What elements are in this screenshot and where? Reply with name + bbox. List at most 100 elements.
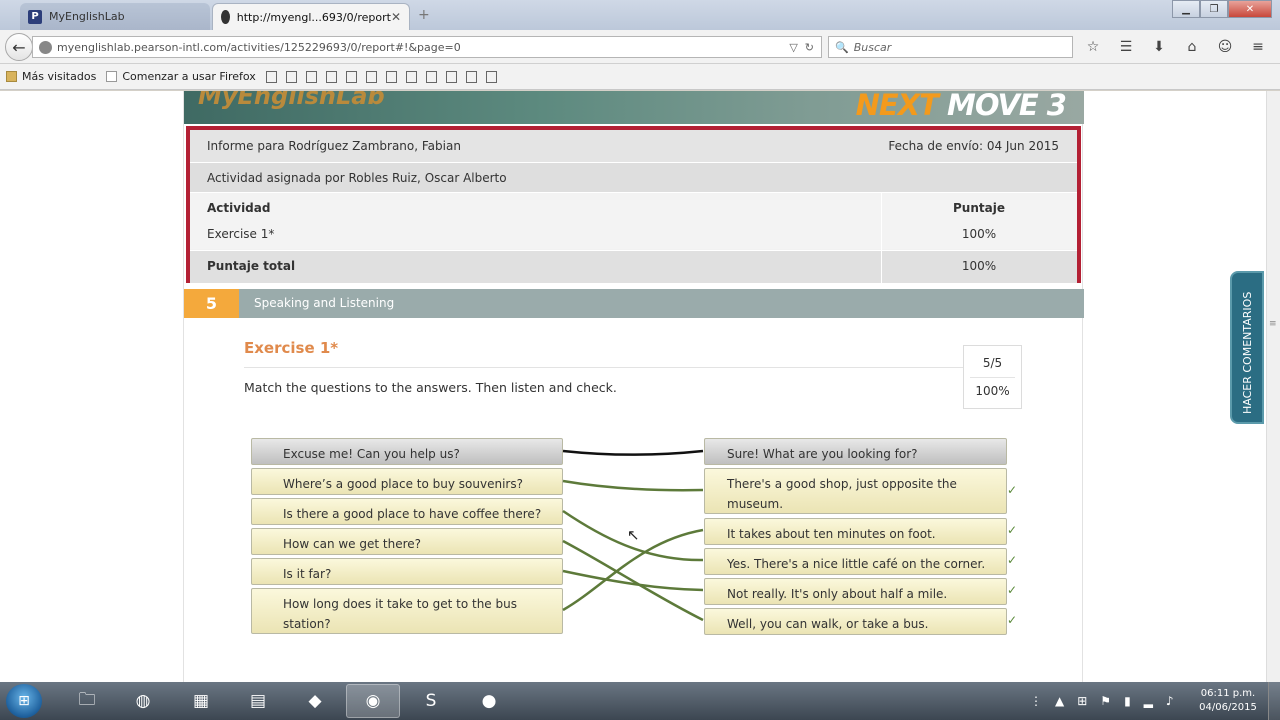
myenglishlab-banner: MyEnglishLab NEXT MOVE 3 — [184, 91, 1084, 124]
exercise-divider — [244, 367, 964, 368]
recorder-icon[interactable]: ● — [462, 684, 516, 718]
tray-grip-icon[interactable]: ⋮ — [1030, 694, 1042, 708]
power-icon[interactable]: ▮ — [1124, 694, 1131, 708]
column-divider — [881, 193, 882, 283]
search-icon: 🔍 — [835, 40, 849, 54]
answer-6[interactable]: Well, you can walk, or take a bus. — [704, 608, 1007, 635]
exercise-title: Exercise 1* — [244, 339, 339, 357]
exercise-score-box: 5/5 100% — [963, 345, 1022, 409]
bookmark-star-icon[interactable]: ☆ — [1082, 37, 1104, 57]
chrome-icon[interactable]: ◍ — [116, 684, 170, 718]
answer-1[interactable]: Sure! What are you looking for? — [704, 438, 1007, 465]
close-tab-icon[interactable]: ✕ — [391, 10, 401, 24]
file-explorer-icon[interactable]: 🗀 — [60, 684, 114, 718]
report-header-row: Informe para Rodríguez Zambrano, Fabian … — [190, 130, 1077, 163]
empty-bookmark-icon[interactable] — [345, 70, 357, 83]
search-placeholder: Buscar — [853, 40, 892, 54]
empty-bookmark-icon[interactable] — [445, 70, 457, 83]
activity-rows: Actividad Puntaje Exercise 1* 100% — [190, 193, 1077, 249]
tab-myenglishlab[interactable]: P MyEnglishLab — [20, 3, 210, 30]
clock-date: 04/06/2015 — [1199, 702, 1257, 713]
reload-icon[interactable]: ↻ — [805, 41, 814, 54]
feedback-tab-label: HACER COMENTARIOS — [1241, 291, 1254, 414]
activity-column-header: Actividad — [207, 201, 271, 215]
bookmark-getting-started[interactable]: Comenzar a usar Firefox — [106, 70, 256, 83]
activity-name: Exercise 1* — [207, 227, 275, 241]
menu-icon[interactable]: ≡ — [1247, 37, 1269, 57]
speaker-icon[interactable]: ♪ — [1166, 694, 1174, 708]
question-5[interactable]: Is it far? — [251, 558, 563, 585]
windows-taskbar: ⊞ 🗀 ◍ ▦ ▤ ◆ ◉ S ● ⋮ ▲ ⊞ ⚑ ▮ ▂ ♪ 06:11 p.… — [0, 682, 1280, 720]
back-button[interactable]: ← — [5, 33, 33, 61]
empty-bookmark-icon[interactable] — [325, 70, 337, 83]
empty-bookmark-icon[interactable] — [465, 70, 477, 83]
address-bar[interactable]: myenglishlab.pearson-intl.com/activities… — [32, 36, 822, 58]
firefox-icon[interactable]: ◉ — [346, 684, 400, 718]
next-move-logo: NEXT MOVE 3 — [855, 91, 1067, 122]
empty-bookmark-icon[interactable] — [365, 70, 377, 83]
answer-5[interactable]: Not really. It's only about half a mile. — [704, 578, 1007, 605]
dropdown-arrow-icon[interactable]: ▽ — [789, 41, 797, 54]
section-header: 5 Speaking and Listening — [184, 289, 1084, 318]
section-number: 5 — [184, 289, 239, 318]
minimize-button[interactable]: ▁ — [1172, 0, 1200, 18]
windows-flag-icon[interactable]: ⊞ — [1077, 694, 1087, 708]
url-text: myenglishlab.pearson-intl.com/activities… — [57, 40, 461, 54]
app-icon[interactable]: ◆ — [288, 684, 342, 718]
empty-bookmark-icon[interactable] — [265, 70, 277, 83]
empty-bookmark-icon[interactable] — [285, 70, 297, 83]
calculator-icon[interactable]: ▤ — [231, 684, 285, 718]
show-desktop-button[interactable] — [1268, 682, 1280, 720]
page-scrollbar[interactable]: ≡ — [1266, 91, 1280, 682]
tab-label: http://myengl...693/0/report — [236, 10, 391, 24]
answer-4[interactable]: Yes. There's a nice little café on the c… — [704, 548, 1007, 575]
task-manager-icon[interactable]: ▦ — [174, 684, 228, 718]
total-label: Puntaje total — [207, 259, 296, 273]
download-icon[interactable]: ⬇ — [1148, 37, 1170, 57]
activity-score: 100% — [961, 227, 997, 241]
scroll-grip-icon[interactable]: ≡ — [1269, 319, 1278, 333]
bookmarks-list-icon[interactable]: ☰ — [1115, 37, 1137, 57]
answer-2[interactable]: There's a good shop, just opposite the m… — [704, 468, 1007, 514]
empty-bookmark-icon[interactable] — [405, 70, 417, 83]
skype-icon[interactable]: S — [404, 684, 458, 718]
search-input[interactable]: 🔍 Buscar — [828, 36, 1073, 58]
maximize-button[interactable]: ❐ — [1200, 0, 1228, 18]
home-icon[interactable]: ⌂ — [1181, 37, 1203, 57]
myenglishlab-logo: MyEnglishLab — [198, 91, 385, 110]
tray-arrow-icon[interactable]: ▲ — [1055, 694, 1064, 708]
new-tab-icon[interactable]: + — [418, 7, 430, 23]
correct-check-icon: ✓ — [1007, 523, 1018, 537]
question-1[interactable]: Excuse me! Can you help us? — [251, 438, 563, 465]
close-window-button[interactable]: ✕ — [1228, 0, 1272, 18]
question-3[interactable]: Is there a good place to have coffee the… — [251, 498, 563, 525]
site-favicon-icon — [221, 10, 230, 24]
answer-3[interactable]: It takes about ten minutes on foot. — [704, 518, 1007, 545]
chat-icon[interactable]: ☺ — [1214, 37, 1236, 57]
empty-bookmarks — [265, 70, 506, 83]
taskbar-clock[interactable]: 06:11 p.m. 04/06/2015 — [1196, 687, 1260, 715]
correct-check-icon: ✓ — [1007, 483, 1018, 497]
bookmark-most-visited[interactable]: Más visitados — [6, 70, 96, 83]
window-controls: ▁ ❐ ✕ — [1172, 0, 1272, 18]
network-icon[interactable]: ▂ — [1144, 694, 1153, 708]
report-summary: Informe para Rodríguez Zambrano, Fabian … — [186, 126, 1081, 283]
exercise-instructions: Match the questions to the answers. Then… — [244, 380, 617, 395]
folder-icon — [6, 71, 17, 82]
score-column-header: Puntaje — [953, 201, 1005, 215]
toolbar-icons: ☆ ☰ ⬇ ⌂ ☺ ≡ — [1082, 37, 1280, 57]
question-4[interactable]: How can we get there? — [251, 528, 563, 555]
empty-bookmark-icon[interactable] — [485, 70, 497, 83]
score-percent: 100% — [975, 384, 1010, 398]
question-2[interactable]: Where’s a good place to buy souvenirs? — [251, 468, 563, 495]
feedback-tab[interactable]: HACER COMENTARIOS — [1230, 271, 1264, 424]
mouse-cursor-icon: ↖ — [627, 526, 640, 544]
tab-report[interactable]: http://myengl...693/0/report ✕ — [212, 3, 410, 30]
question-6[interactable]: How long does it take to get to the bus … — [251, 588, 563, 634]
start-button[interactable]: ⊞ — [6, 684, 42, 718]
total-row: Puntaje total 100% — [190, 250, 1077, 283]
empty-bookmark-icon[interactable] — [385, 70, 397, 83]
empty-bookmark-icon[interactable] — [425, 70, 437, 83]
action-center-icon[interactable]: ⚑ — [1100, 694, 1111, 708]
empty-bookmark-icon[interactable] — [305, 70, 317, 83]
